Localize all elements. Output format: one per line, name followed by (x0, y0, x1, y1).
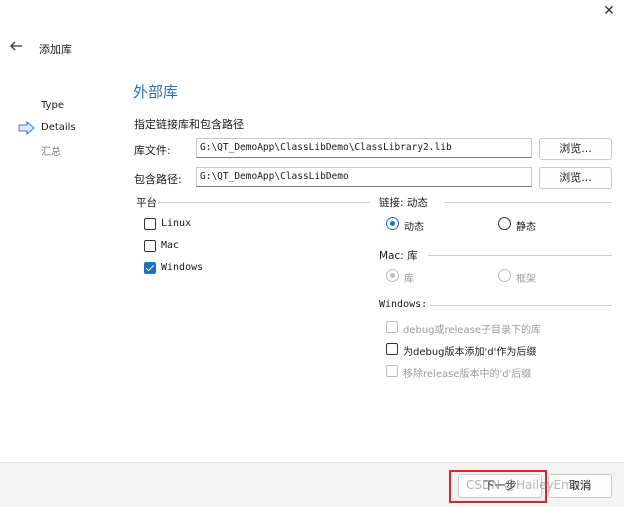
linkage-group-divider (444, 202, 612, 203)
library-file-input[interactable]: G:\QT_DemoApp\ClassLibDemo\ClassLibrary2… (196, 138, 532, 158)
mac-library-label: 库 (404, 274, 414, 285)
platform-windows-label: Windows (161, 262, 204, 273)
library-file-label: 库文件: (134, 144, 171, 157)
windows-subdir-label: debug或release子目录下的库 (403, 325, 541, 336)
mac-group-divider (428, 255, 612, 256)
library-file-browse-button[interactable]: 浏览... (539, 138, 612, 160)
windows-debug-suffix-label: 为debug版本添加'd'作为后缀 (403, 347, 537, 358)
linkage-group-title: 链接: 动态 (379, 197, 428, 209)
include-path-label: 包含路径: (134, 173, 182, 186)
linkage-static-label: 静态 (516, 222, 536, 233)
platform-group-divider (158, 202, 370, 203)
platform-linux-label: Linux (161, 218, 192, 229)
include-path-input[interactable]: G:\QT_DemoApp\ClassLibDemo (196, 167, 532, 187)
windows-debug-suffix-checkbox[interactable] (386, 343, 398, 355)
linkage-dynamic-label: 动态 (404, 222, 424, 233)
platform-mac-label: Mac (161, 240, 180, 251)
close-button[interactable]: ✕ (596, 0, 622, 22)
wizard-step-details: Details (41, 122, 76, 133)
mac-library-radio[interactable] (386, 269, 399, 282)
dialog-title: 添加库 (39, 43, 72, 56)
close-icon: ✕ (603, 3, 615, 19)
mac-group-title: Mac: 库 (379, 250, 418, 262)
page-subheading: 指定链接库和包含路径 (134, 118, 244, 131)
watermark-text: CSDN @HaileyEmma (466, 478, 592, 492)
linkage-static-radio[interactable] (498, 217, 511, 230)
mac-framework-label: 框架 (516, 274, 536, 285)
current-step-arrow-icon (18, 121, 35, 135)
back-arrow-icon[interactable] (8, 38, 24, 54)
include-path-browse-button[interactable]: 浏览... (539, 167, 612, 189)
windows-subdir-checkbox[interactable] (386, 321, 398, 333)
windows-remove-suffix-checkbox[interactable] (386, 365, 398, 377)
platform-linux-checkbox[interactable] (144, 218, 156, 230)
windows-group-title: Windows: (379, 299, 428, 310)
wizard-step-type: Type (41, 100, 64, 111)
platform-windows-checkbox[interactable] (144, 262, 156, 274)
mac-framework-radio[interactable] (498, 269, 511, 282)
windows-group-divider (430, 305, 612, 306)
linkage-dynamic-radio[interactable] (386, 217, 399, 230)
platform-group-title: 平台 (136, 197, 157, 209)
page-heading: 外部库 (133, 83, 179, 101)
windows-remove-suffix-label: 移除release版本中的'd'后缀 (403, 369, 532, 380)
platform-mac-checkbox[interactable] (144, 240, 156, 252)
wizard-step-summary: 汇总 (41, 147, 61, 158)
